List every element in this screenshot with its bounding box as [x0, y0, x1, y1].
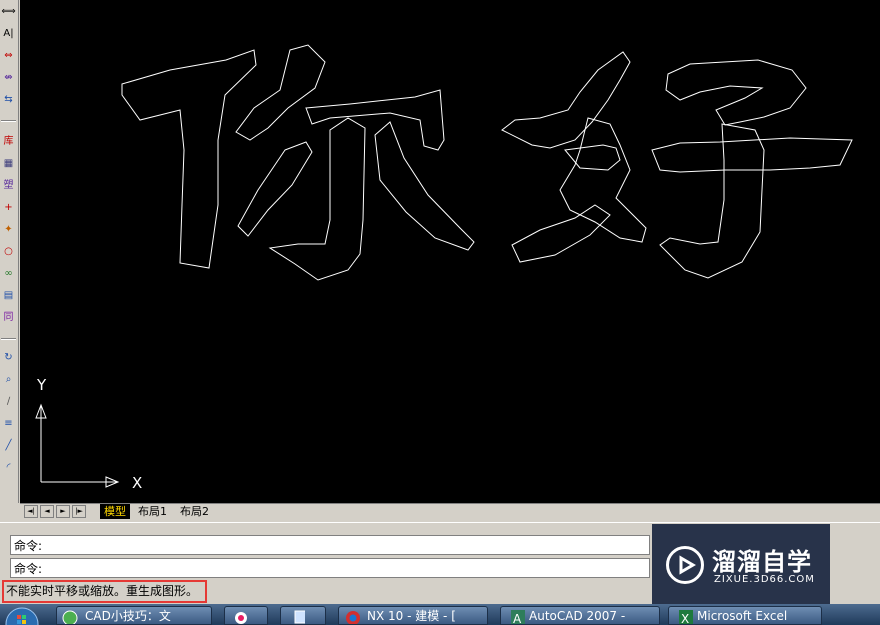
calculator-icon[interactable]: ▤	[1, 288, 16, 303]
hello-outline-text	[121, 44, 853, 281]
char-ni-right-dot	[374, 121, 475, 251]
ucs-x-label: X	[132, 474, 142, 492]
text-style-icon[interactable]: A|	[1, 26, 16, 41]
watermark-logo: 溜溜自学 ZIXUE.3D66.COM	[652, 524, 830, 608]
layer-icon[interactable]: ≡	[1, 416, 16, 431]
task-nx[interactable]: NX 10 - 建模 - [	[338, 606, 488, 625]
tab-model[interactable]: 模型	[100, 504, 130, 519]
task-autocad[interactable]: A AutoCAD 2007 -	[500, 606, 660, 625]
char-ni-bar-stroke	[305, 89, 445, 151]
start-button[interactable]	[0, 604, 48, 625]
task-label: AutoCAD 2007 -	[529, 609, 626, 623]
next-tab-button[interactable]: ►	[56, 505, 70, 518]
excel-icon: X	[669, 607, 693, 625]
tab-layout1[interactable]: 布局1	[134, 504, 171, 519]
command-history-line: 命令:	[10, 535, 650, 555]
char-hao-woman-body	[559, 117, 647, 243]
taskbar: CAD小技巧：文 NX 10 - 建模 - [ A AutoCAD 2007 - …	[0, 604, 880, 625]
task-window-app[interactable]	[280, 606, 326, 625]
drawing-svg: Y X	[35, 44, 853, 492]
block-icon[interactable]: 塑	[1, 178, 16, 193]
last-tab-button[interactable]: |►	[72, 505, 86, 518]
layout-tab-bar: ◄| ◄ ► |► 模型 布局1 布局2	[20, 503, 880, 520]
refresh-icon[interactable]: ↻	[1, 350, 16, 365]
dimension-edit-icon[interactable]: ⇎	[1, 70, 16, 85]
status-message: 不能实时平移或缩放。重生成图形。	[2, 580, 207, 603]
char-hao-child-hook	[659, 123, 765, 279]
tab-layout2[interactable]: 布局2	[176, 504, 213, 519]
svg-text:A: A	[513, 612, 522, 625]
color-wheel-icon	[225, 607, 249, 624]
nx-logo-icon	[339, 607, 363, 624]
task-label: CAD小技巧：文	[85, 609, 171, 623]
watermark-url: ZIXUE.3D66.COM	[714, 574, 815, 585]
circle-icon[interactable]: ○	[1, 244, 16, 259]
library-icon[interactable]: 库	[1, 134, 16, 149]
dimension-update-icon[interactable]: ⇆	[1, 92, 16, 107]
task-cad-tips[interactable]: CAD小技巧：文	[56, 606, 212, 625]
linear-dimension-icon[interactable]: ⟺	[1, 4, 16, 19]
window-icon	[281, 607, 310, 624]
first-tab-button[interactable]: ◄|	[24, 505, 38, 518]
char-hao-child-top	[665, 59, 807, 126]
task-label: Microsoft Excel	[697, 609, 788, 623]
char-hao-woman-stroke	[501, 51, 631, 149]
task-color-app[interactable]	[224, 606, 268, 625]
green-refresh-icon	[57, 607, 81, 624]
zoom-icon[interactable]: ⌕	[1, 372, 16, 387]
char-ni-hook-stroke	[268, 117, 366, 281]
arc-icon[interactable]: ◜	[1, 460, 16, 475]
autocad-icon: A	[501, 607, 525, 625]
line-icon[interactable]: ╱	[1, 438, 16, 453]
ucs-icon	[35, 403, 120, 488]
cross-icon[interactable]: +	[1, 200, 16, 215]
command-input-line[interactable]: 命令:	[10, 558, 650, 578]
task-excel[interactable]: X Microsoft Excel	[668, 606, 822, 625]
play-logo-icon	[666, 546, 704, 584]
char-hao-woman-sweep	[511, 204, 611, 263]
char-ni-left-dot	[237, 141, 313, 237]
measure-icon[interactable]: ∕	[1, 394, 16, 409]
link-icon[interactable]: ∞	[1, 266, 16, 281]
left-toolbar: ⟺ A| ⇔ ⇎ ⇆ 库 ▦ 塑 + ✦ ○ ∞ ▤ 同 ↻ ⌕ ∕ ≡ ╱ ◜	[0, 0, 19, 503]
char-hao-child-bar	[651, 137, 853, 173]
table-grid-icon[interactable]: ▦	[1, 156, 16, 171]
ucs-y-label: Y	[36, 376, 47, 394]
aligned-dimension-icon[interactable]: ⇔	[1, 48, 16, 63]
rotate-block-icon[interactable]: ✦	[1, 222, 16, 237]
same-icon[interactable]: 同	[1, 310, 16, 325]
char-hao-woman-cross	[564, 144, 621, 171]
char-ni-left-stroke	[121, 49, 257, 269]
task-label: NX 10 - 建模 - [	[367, 609, 456, 623]
prev-tab-button[interactable]: ◄	[40, 505, 54, 518]
model-space-canvas[interactable]: Y X	[20, 0, 880, 503]
char-ni-top-stroke	[235, 44, 326, 141]
watermark-title: 溜溜自学	[712, 548, 812, 576]
toolbar-separator	[1, 338, 16, 340]
toolbar-separator	[1, 120, 16, 122]
svg-text:X: X	[681, 612, 689, 625]
